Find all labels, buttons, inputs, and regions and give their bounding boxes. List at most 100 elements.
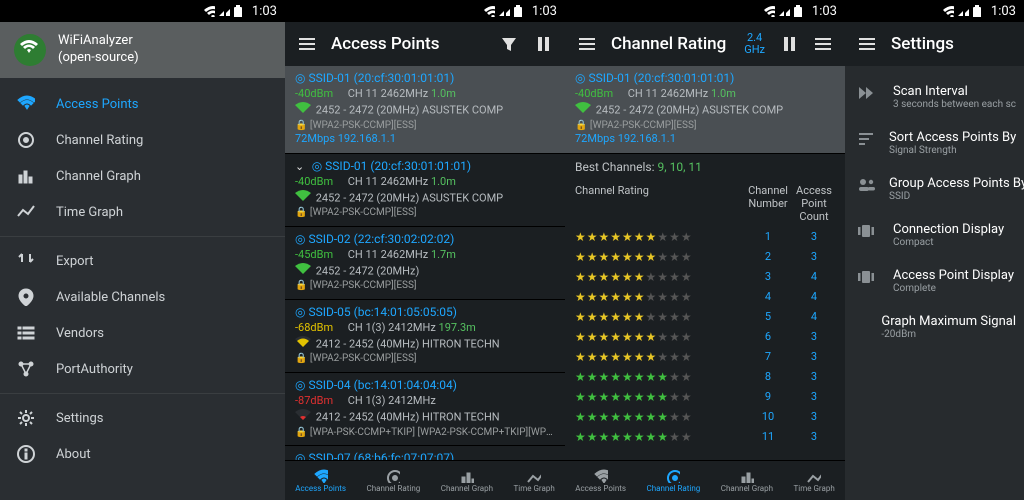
drawer-item[interactable]: Available Channels [0,279,285,315]
ap-ssid: ◎ SSID-01 (20:cf:30:01:01:01) [575,71,734,85]
tab-label: Channel Rating [367,484,421,493]
drawer-item[interactable]: Time Graph [0,194,285,230]
drawer-item[interactable]: PortAuthority [0,351,285,387]
drawer-item[interactable]: Export [0,243,285,279]
drawer-item[interactable]: Vendors [0,315,285,351]
wifi-strength-icon [295,263,313,280]
pause-button[interactable] [779,34,799,54]
app-bar: Access Points [285,22,565,66]
ap-vendor: HITRON TECHN [422,410,500,423]
ap-signal: -40dBm [295,87,345,102]
target-icon [16,130,36,150]
tab-icon [794,469,835,484]
menu-secondary-button[interactable] [813,34,833,54]
filter-button[interactable] [499,34,519,54]
tab-channel graph[interactable]: Channel Graph [441,469,493,493]
access-point-card[interactable]: ◎ SSID-05 (bc:14:01:05:05:05) -68dBm CH … [285,300,565,373]
tab-channel rating[interactable]: Channel Rating [367,469,421,493]
ap-security: 🔒 [WPA2-PSK-CCMP][ESS] [295,279,555,293]
menu-button[interactable] [297,34,317,54]
ap-channel: CH 11 2462MHz [628,87,708,100]
gear-icon [16,408,36,428]
rating-count: 3 [793,330,835,343]
ap-security: 🔒 [WPA2-PSK-CCMP][ESS] [295,206,555,220]
rating-stars: ★★★★★★★★★★ [575,270,743,284]
setting-title: Sort Access Points By [889,130,1016,145]
wifi-status-icon [763,5,775,17]
drawer-item[interactable]: Channel Graph [0,158,285,194]
ap-security: 🔒 [WPA-PSK-CCMP+TKIP] [WPA2-PSK-CCMP+TKI… [295,426,555,440]
drawer-item-label: Export [56,254,94,269]
nav-drawer: 1:03 WiFiAnalyzer (open-source) Access P… [0,0,285,500]
setting-title: Graph Maximum Signal [881,314,1016,329]
access-point-card[interactable]: ◎ SSID-01 (20:cf:30:01:01:01) -40dBm CH … [565,66,845,154]
rating-stars: ★★★★★★★★★★ [575,430,743,444]
tab-time graph[interactable]: Time Graph [794,469,835,493]
access-point-card[interactable]: ⌄ ◎ SSID-01 (20:cf:30:01:01:01) -40dBm C… [285,154,565,227]
setting-item[interactable]: Graph Maximum Signal -20dBm [845,304,1024,350]
band-toggle[interactable]: 2.4GHz [744,32,765,55]
tab-access points[interactable]: Access Points [295,469,346,493]
network-icon [16,359,36,379]
ap-distance: 1.0m [711,87,736,100]
ap-range: 2452 - 2472 (20MHz) [316,103,420,116]
clock: 1:03 [991,4,1016,19]
drawer-item[interactable]: Settings [0,400,285,436]
pause-button[interactable] [533,34,553,54]
rating-stars: ★★★★★★★★★★ [575,350,743,364]
ap-channel: CH 1(3) 2412MHz [348,321,436,334]
battery-status-icon [972,5,984,17]
setting-item[interactable]: Connection Display Compact [845,212,1024,258]
rating-row: ★★★★★★★★★★ 6 3 [565,327,845,347]
rating-count: 3 [793,250,835,263]
app-logo [14,34,46,66]
channel-rating-screen: 1:03 Channel Rating 2.4GHz ◎ SSID-01 (20… [565,0,845,500]
setting-item[interactable]: Access Point Display Complete [845,258,1024,304]
tab-access points[interactable]: Access Points [575,469,626,493]
rating-row: ★★★★★★★★★★ 8 3 [565,367,845,387]
signal-status-icon [498,5,510,17]
drawer-item[interactable]: About [0,436,285,472]
clock: 1:03 [812,4,837,19]
tab-channel graph[interactable]: Channel Graph [721,469,773,493]
setting-item[interactable]: Sort Access Points By Signal Strength [845,120,1024,166]
rating-channel: 2 [743,250,793,263]
tab-channel rating[interactable]: Channel Rating [647,469,701,493]
ap-link-speed: 72Mbps [295,132,335,145]
menu-button[interactable] [857,34,877,54]
access-point-card[interactable]: ◎ SSID-01 (20:cf:30:01:01:01) -40dBm CH … [285,66,565,154]
divider [0,393,285,394]
access-point-card[interactable]: ◎ SSID-02 (22:cf:30:02:02:02) -45dBm CH … [285,227,565,300]
access-point-card[interactable]: ◎ SSID-07 (68:b6:fc:07:07:07) -89dBm CH … [285,446,565,460]
status-bar: 1:03 [565,0,845,22]
drawer-list: Access Points Channel Rating Channel Gra… [0,78,285,472]
rating-count: 3 [793,370,835,383]
divider [0,236,285,237]
ap-channel: CH 11 2462MHz [348,175,428,188]
page-title: Access Points [331,34,485,54]
tab-time graph[interactable]: Time Graph [514,469,555,493]
setting-subtitle: Complete [893,283,1014,294]
setting-subtitle: 3 seconds between each sc [893,99,1016,110]
ap-security: 🔒 [WPA2-PSK-CCMP][ESS] [295,119,555,133]
rating-channel: 10 [743,410,793,423]
drawer-item[interactable]: Access Points [0,86,285,122]
fast-forward-icon [857,84,879,106]
rating-row: ★★★★★★★★★★ 5 4 [565,307,845,327]
access-point-card[interactable]: ◎ SSID-04 (bc:14:01:04:04:04) -87dBm CH … [285,373,565,446]
rating-channel: 5 [743,310,793,323]
bar-chart-icon [16,166,36,186]
wifi-strength-icon [295,336,313,353]
export-icon [16,251,36,271]
menu-button[interactable] [577,34,597,54]
setting-item[interactable]: Scan Interval 3 seconds between each sc [845,74,1024,120]
rating-count: 3 [793,230,835,243]
connected-ap-card[interactable]: ◎ SSID-01 (20:cf:30:01:01:01) -40dBm CH … [565,66,845,154]
ap-vendor: ASUSTEK COMP [702,103,783,116]
clock: 1:03 [532,4,557,19]
ap-range: 2412 - 2452 (40MHz) [316,337,420,350]
setting-item[interactable]: Group Access Points By SSID [845,166,1024,212]
drawer-item[interactable]: Channel Rating [0,122,285,158]
wifi-strength-icon [575,102,593,119]
sort-icon [857,130,875,152]
